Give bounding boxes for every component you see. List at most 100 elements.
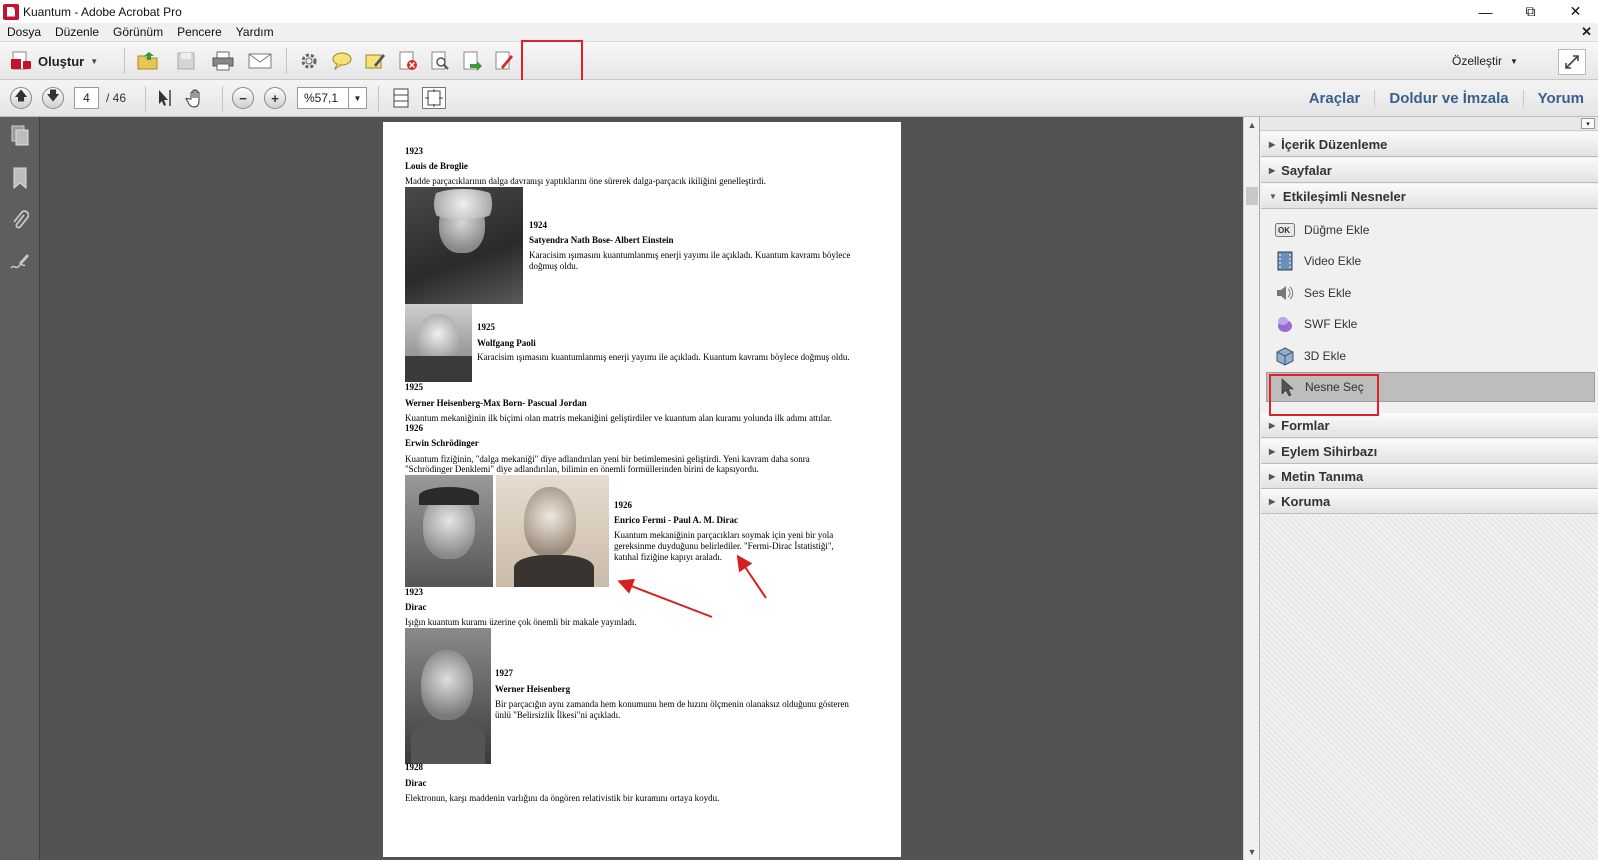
panel-interactive-objects[interactable]: ▼ Etkileşimli Nesneler xyxy=(1261,184,1598,209)
left-navigation-pane xyxy=(0,117,40,860)
tab-comment[interactable]: Yorum xyxy=(1522,90,1598,107)
panel-protection[interactable]: ▶ Koruma xyxy=(1261,489,1598,514)
triangle-down-icon: ▼ xyxy=(1269,191,1277,201)
zoom-select[interactable]: %57,1 ▼ xyxy=(297,87,367,109)
zoom-out-button[interactable]: − xyxy=(232,87,254,109)
highlight-button[interactable] xyxy=(363,50,387,72)
bookmarks-button[interactable] xyxy=(9,167,31,189)
main-toolbar: Oluştur ▼ Özelleştir ▼ xyxy=(0,42,1598,118)
export-button[interactable] xyxy=(460,50,484,72)
panel-action-wizard[interactable]: ▶ Eylem Sihirbazı xyxy=(1261,439,1598,464)
close-document-icon[interactable]: ✕ xyxy=(1581,24,1592,40)
red-arrow-icon xyxy=(736,554,767,599)
settings-button[interactable] xyxy=(297,50,321,72)
restore-icon[interactable]: ⧉ xyxy=(1508,0,1553,23)
open-folder-icon xyxy=(137,52,158,70)
panel-pages[interactable]: ▶ Sayfalar xyxy=(1261,158,1598,183)
tool-add-button[interactable]: OK Düğme Ekle xyxy=(1274,218,1594,242)
pane-options-icon[interactable]: ▾ xyxy=(1581,118,1595,129)
select-tool-button[interactable] xyxy=(152,87,176,109)
panel-text-recognition[interactable]: ▶ Metin Tanıma xyxy=(1261,464,1598,489)
attachments-button[interactable] xyxy=(9,209,31,231)
document-scrollbar[interactable]: ▲ ▼ xyxy=(1243,117,1259,860)
panel-content-editing[interactable]: ▶ İçerik Düzenleme xyxy=(1261,132,1598,157)
fullscreen-button[interactable] xyxy=(1558,49,1586,75)
tool-label: Video Ekle xyxy=(1304,254,1362,268)
search-doc-button[interactable] xyxy=(428,50,452,72)
tool-add-video[interactable]: Video Ekle xyxy=(1274,249,1594,273)
toolbar-separator xyxy=(145,86,146,112)
delete-page-icon xyxy=(399,51,417,70)
document-viewport[interactable]: 1923 Louis de Broglie Madde parçacıkları… xyxy=(40,117,1243,860)
tool-label: Düğme Ekle xyxy=(1304,223,1370,237)
minus-icon: − xyxy=(239,90,247,106)
fit-page-button[interactable] xyxy=(422,87,446,109)
customize-dropdown[interactable]: Özelleştir ▼ xyxy=(1452,54,1518,68)
create-button[interactable]: Oluştur ▼ xyxy=(10,50,98,72)
menu-yardim[interactable]: Yardım xyxy=(229,25,281,39)
minimize-icon[interactable]: — xyxy=(1463,0,1508,23)
sticky-note-pen-icon xyxy=(365,54,385,69)
panel-label: Formlar xyxy=(1281,417,1330,433)
toolbar-separator xyxy=(222,86,223,112)
scroll-down-icon[interactable]: ▼ xyxy=(1244,844,1260,860)
email-button[interactable] xyxy=(248,50,272,72)
page-number-input[interactable]: 4 xyxy=(74,87,99,109)
zoom-value: %57,1 xyxy=(304,91,339,105)
tool-add-swf[interactable]: SWF Ekle xyxy=(1274,312,1594,336)
window-title: Kuantum - Adobe Acrobat Pro xyxy=(23,4,182,19)
tab-fill-sign[interactable]: Doldur ve İmzala xyxy=(1374,90,1522,107)
speaker-icon xyxy=(1274,283,1296,303)
cube-icon xyxy=(1274,346,1296,366)
acrobat-app-icon xyxy=(3,3,19,20)
menu-gorunum[interactable]: Görünüm xyxy=(106,25,170,39)
print-button[interactable] xyxy=(211,50,235,72)
scroll-up-icon[interactable]: ▲ xyxy=(1244,117,1260,133)
toolbar-separator xyxy=(378,86,379,112)
menu-pencere[interactable]: Pencere xyxy=(170,25,229,39)
tool-add-3d[interactable]: 3D Ekle xyxy=(1274,344,1594,368)
tools-pane: ▾ ▶ İçerik Düzenleme ▶ Sayfalar ▼ Etkile… xyxy=(1259,117,1598,860)
signature-pen-icon xyxy=(10,254,29,269)
scroll-mode-button[interactable] xyxy=(389,87,413,109)
scrollbar-thumb[interactable] xyxy=(1246,187,1258,205)
page-thumbnails-button[interactable] xyxy=(9,125,31,147)
highlight-box-toolbar xyxy=(521,40,583,82)
tool-add-sound[interactable]: Ses Ekle xyxy=(1274,281,1594,305)
menu-duzenle[interactable]: Düzenle xyxy=(48,25,106,39)
edit-document-icon xyxy=(495,51,513,70)
menu-dosya[interactable]: Dosya xyxy=(0,25,48,39)
page-total: / 46 xyxy=(106,91,127,105)
sign-button[interactable] xyxy=(492,50,516,72)
paperclip-icon xyxy=(13,210,29,229)
comment-button[interactable] xyxy=(330,50,354,72)
signatures-button[interactable] xyxy=(9,251,31,273)
open-folder-button[interactable] xyxy=(136,50,160,72)
tools-pane-empty-area xyxy=(1261,515,1598,860)
previous-page-button[interactable]: 🡅 xyxy=(10,87,32,109)
highlight-box-select-object xyxy=(1269,374,1379,416)
film-strip-icon xyxy=(1274,251,1296,271)
hand-tool-button[interactable] xyxy=(184,87,208,109)
chevron-down-icon: ▼ xyxy=(90,56,99,66)
panel-label: İçerik Düzenleme xyxy=(1281,136,1388,152)
menu-bar: Dosya Düzenle Görünüm Pencere Yardım ✕ xyxy=(0,23,1598,42)
ok-button-icon: OK xyxy=(1274,220,1296,240)
tab-tools[interactable]: Araçlar xyxy=(1295,90,1375,107)
panel-forms[interactable]: ▶ Formlar xyxy=(1261,413,1598,438)
zoom-in-button[interactable]: + xyxy=(264,87,286,109)
pages-icon xyxy=(11,125,29,146)
bookmark-icon xyxy=(13,167,27,189)
fit-width-icon xyxy=(393,88,409,108)
envelope-icon xyxy=(248,53,272,69)
next-page-button[interactable]: 🡇 xyxy=(42,87,64,109)
remove-button[interactable] xyxy=(396,50,420,72)
gear-icon xyxy=(301,53,317,69)
panel-label: Etkileşimli Nesneler xyxy=(1282,188,1406,204)
hand-icon xyxy=(185,89,200,108)
title-bar: Kuantum - Adobe Acrobat Pro — ⧉ ✕ xyxy=(0,0,1598,23)
chevron-down-icon: ▼ xyxy=(1510,56,1518,66)
save-button[interactable] xyxy=(174,50,198,72)
swf-icon xyxy=(1274,314,1296,334)
close-icon[interactable]: ✕ xyxy=(1553,0,1598,23)
